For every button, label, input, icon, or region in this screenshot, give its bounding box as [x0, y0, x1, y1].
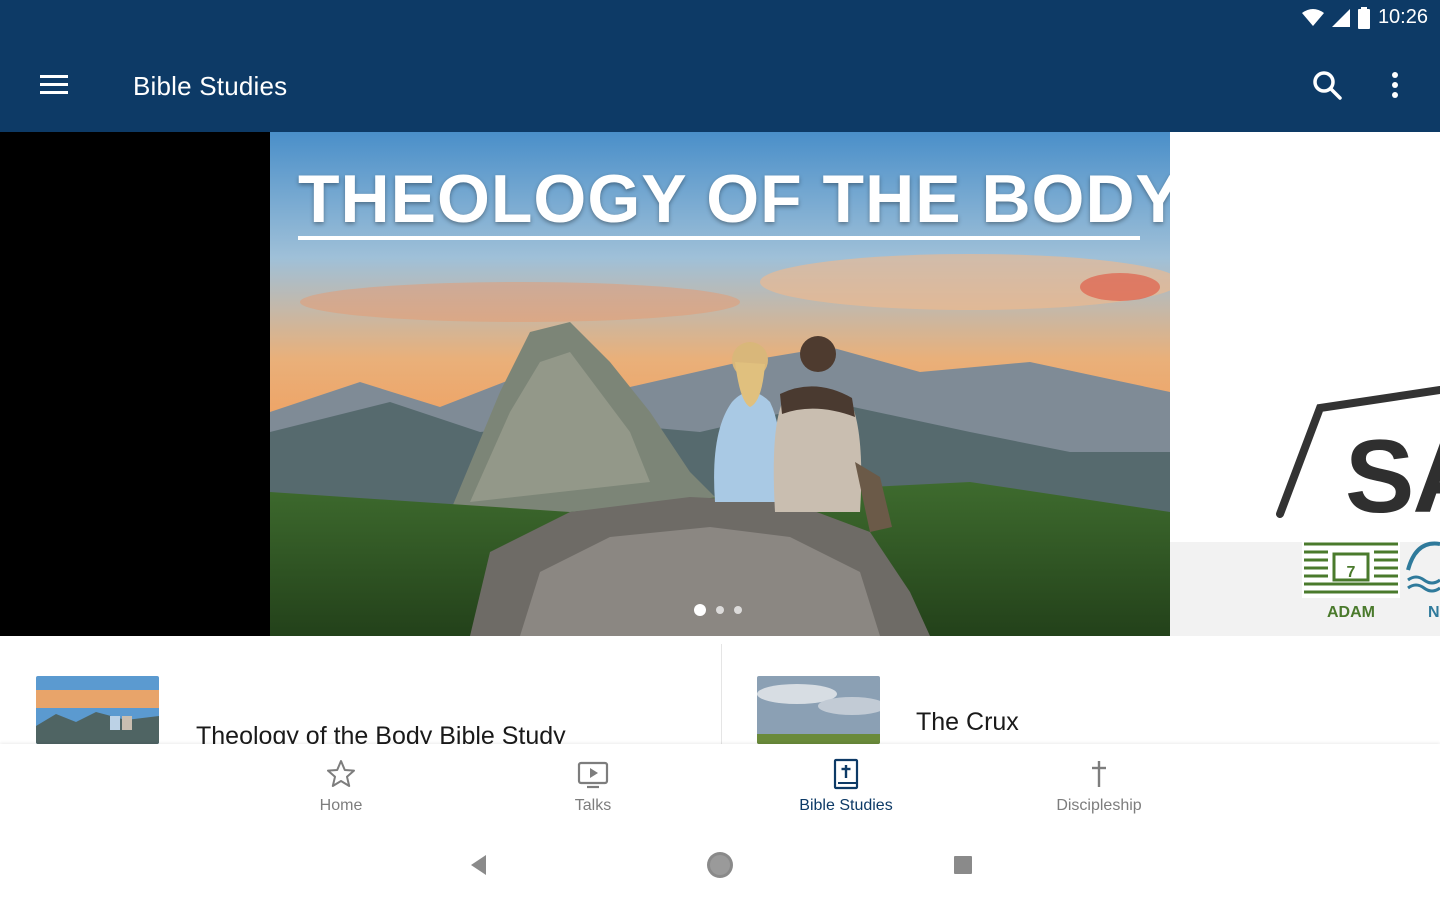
- nav-bible-studies-label: Bible Studies: [799, 797, 893, 814]
- carousel-previous-slide[interactable]: [0, 132, 270, 636]
- recents-button[interactable]: [946, 848, 980, 882]
- page-dot-active[interactable]: [694, 604, 706, 616]
- next-slide-partial-text: SA: [1345, 419, 1440, 535]
- status-bar: 10:26: [1301, 6, 1428, 29]
- search-icon: [1313, 71, 1342, 100]
- back-button[interactable]: [462, 848, 496, 882]
- hero-title: THEOLOGY OF THE BODY: [298, 161, 1170, 237]
- study-card-the-crux[interactable]: The Crux: [722, 636, 1440, 744]
- tv-play-icon: [577, 761, 609, 789]
- recents-square-icon: [954, 856, 972, 874]
- overflow-menu-button[interactable]: [1384, 68, 1406, 102]
- calendar-badge-icon: 7: [1302, 540, 1400, 598]
- app-bar: 10:26 Bible Studies: [0, 0, 1440, 132]
- study-list: Theology of the Body Bible Study The Cru…: [0, 636, 1440, 744]
- star-icon: [327, 760, 355, 787]
- hamburger-menu-button[interactable]: [38, 70, 70, 98]
- menu-icon: [40, 75, 68, 94]
- page-dot[interactable]: [716, 606, 724, 614]
- cross-icon: [1092, 761, 1106, 787]
- nav-discipleship[interactable]: Discipleship: [999, 744, 1199, 830]
- featured-carousel[interactable]: THEOLOGY OF THE BODY SA: [0, 132, 1440, 636]
- home-button[interactable]: [703, 848, 737, 882]
- wave-badge-icon: [1406, 540, 1440, 598]
- nav-home-label: Home: [319, 797, 363, 814]
- nav-talks[interactable]: Talks: [493, 744, 693, 830]
- nav-bible-studies[interactable]: Bible Studies: [746, 744, 946, 830]
- study-thumbnail: [757, 676, 880, 744]
- more-vert-icon: [1392, 72, 1398, 98]
- battery-icon: [1357, 6, 1370, 29]
- back-triangle-icon: [471, 855, 486, 875]
- svg-text:7: 7: [1347, 564, 1356, 581]
- nav-discipleship-label: Discipleship: [1056, 797, 1142, 814]
- study-card-title: The Crux: [916, 708, 1019, 736]
- bottom-navigation: Home Talks Bible Studies Discipleship: [0, 744, 1440, 830]
- page-title: Bible Studies: [133, 71, 288, 101]
- carousel-next-slide[interactable]: SA 7 ADAM N: [1170, 132, 1440, 636]
- search-button[interactable]: [1310, 68, 1344, 102]
- next-slide-badge-label-2: N: [1428, 604, 1440, 621]
- wifi-icon: [1301, 8, 1324, 27]
- system-navigation-bar: [0, 830, 1440, 900]
- nav-talks-label: Talks: [574, 797, 612, 814]
- nav-home[interactable]: Home: [241, 744, 441, 830]
- carousel-page-indicator: [694, 604, 742, 616]
- cell-signal-icon: [1331, 8, 1350, 27]
- status-time: 10:26: [1377, 6, 1428, 28]
- home-circle-icon: [707, 852, 733, 878]
- next-slide-badge-label: ADAM: [1327, 604, 1375, 621]
- hero-title-underline: [298, 236, 1140, 240]
- study-card-title: Theology of the Body Bible Study: [196, 722, 566, 744]
- bible-icon: [833, 758, 859, 790]
- study-card-theology-of-the-body[interactable]: Theology of the Body Bible Study: [0, 636, 721, 744]
- study-thumbnail: [36, 676, 159, 744]
- carousel-slide-theology-of-the-body[interactable]: THEOLOGY OF THE BODY: [270, 132, 1170, 636]
- page-dot[interactable]: [734, 606, 742, 614]
